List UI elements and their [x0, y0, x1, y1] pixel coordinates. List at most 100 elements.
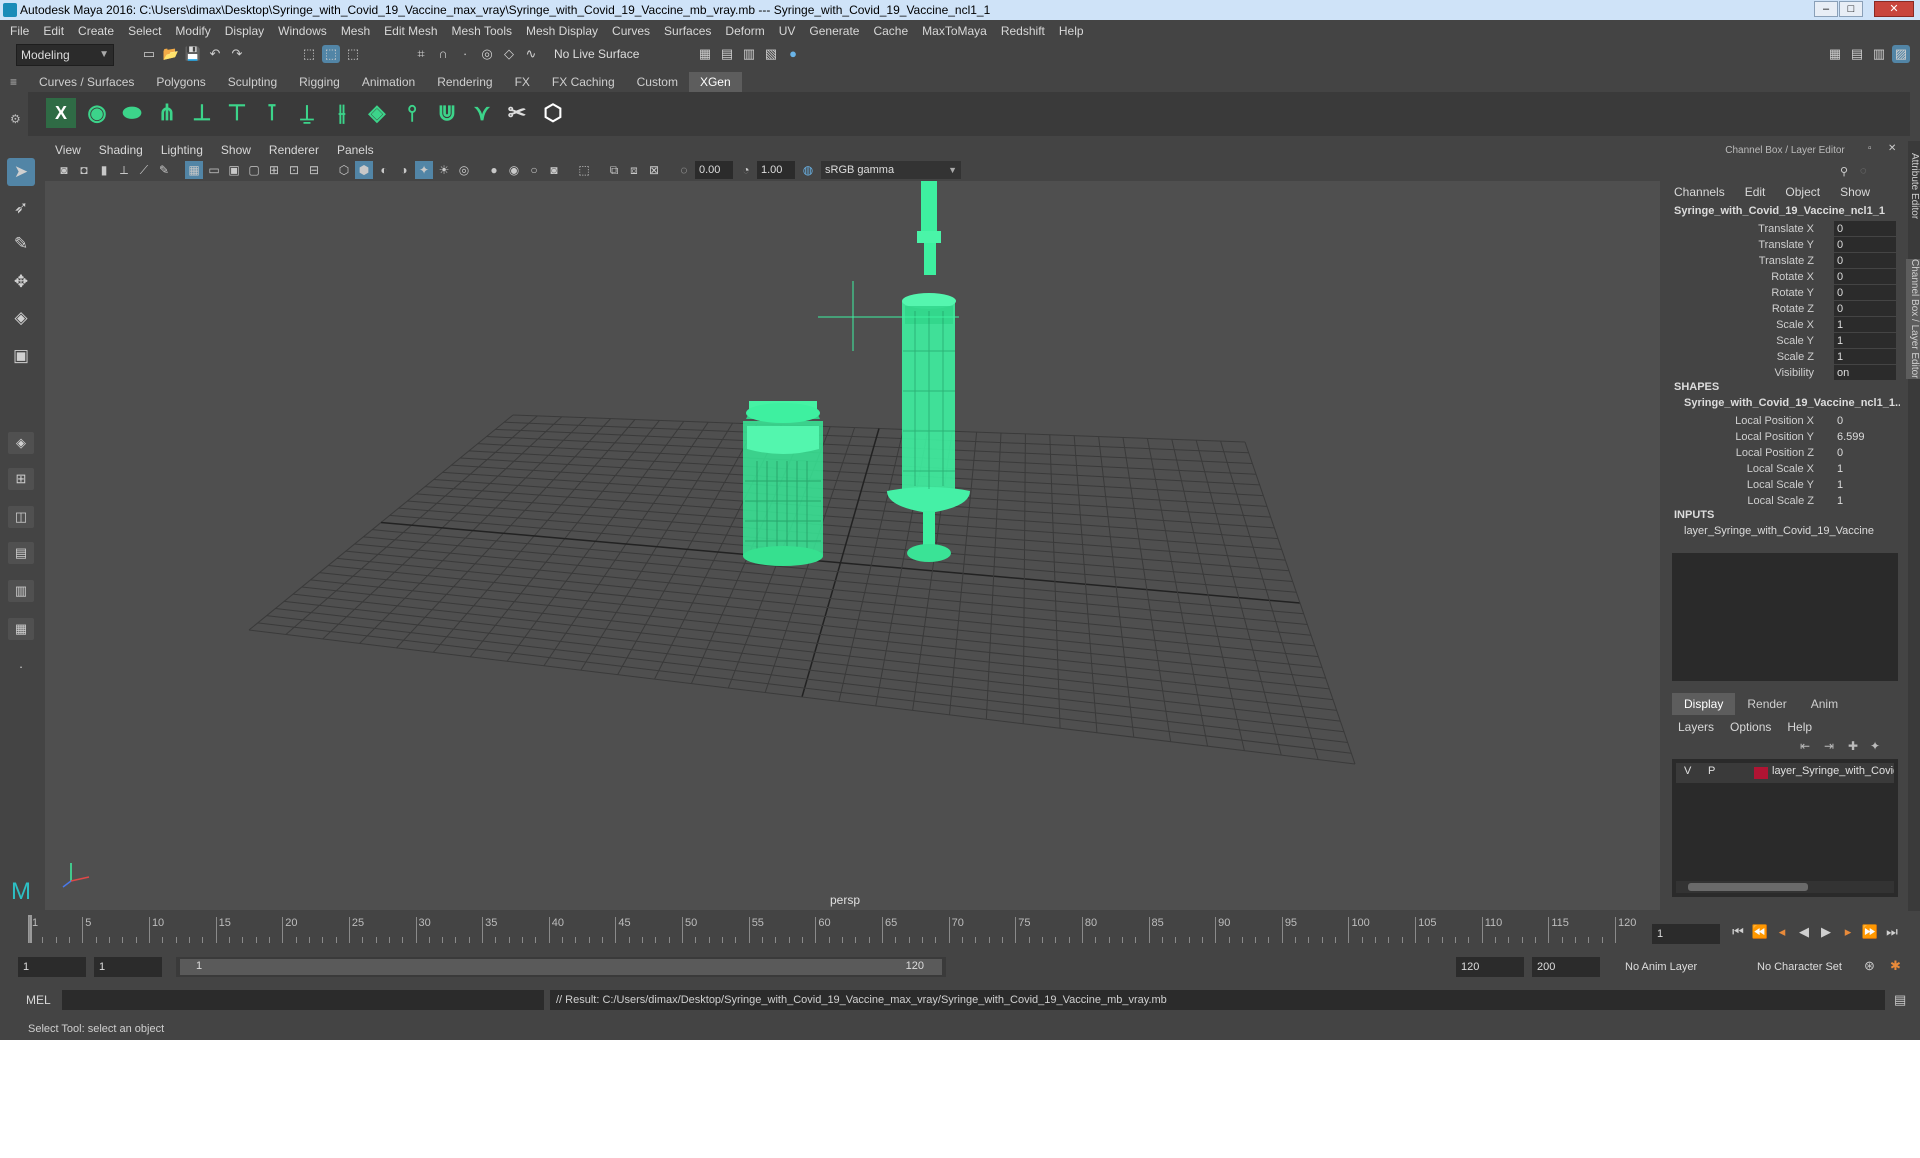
attr-local-position-y[interactable]: Local Position Y 6.599	[1664, 429, 1904, 445]
xgen-sculpt-icon[interactable]: ⫲	[327, 98, 357, 128]
ambient-occlusion-icon[interactable]: ●	[485, 161, 503, 179]
viewport-menu-lighting[interactable]: Lighting	[161, 143, 203, 157]
animation-start-field[interactable]: 1	[18, 957, 86, 977]
snap-grid-icon[interactable]: ⌗	[412, 45, 430, 63]
field-chart-icon[interactable]: ⊞	[265, 161, 283, 179]
tab-render[interactable]: Render	[1735, 693, 1799, 715]
wireframe-on-shaded-icon[interactable]: ◐	[375, 161, 393, 179]
xgen-lock-icon[interactable]: ⍊	[292, 98, 322, 128]
attr-rotate-y[interactable]: Rotate Y 0	[1664, 285, 1904, 301]
attr-value[interactable]: 0	[1834, 445, 1896, 460]
attr-rotate-x[interactable]: Rotate X 0	[1664, 269, 1904, 285]
attr-local-scale-y[interactable]: Local Scale Y 1	[1664, 477, 1904, 493]
snap-edge-icon[interactable]: ∿	[522, 45, 540, 63]
tool-settings-icon[interactable]: ▥	[1870, 45, 1888, 63]
viewport-menu-show[interactable]: Show	[221, 143, 251, 157]
menu-display[interactable]: Display	[225, 24, 264, 38]
tab-fx-caching[interactable]: FX Caching	[540, 72, 626, 92]
move-layer-up-icon[interactable]: ⇤	[1800, 739, 1810, 753]
attr-value[interactable]: 0	[1834, 221, 1896, 236]
playback-start-field[interactable]: 1	[94, 957, 162, 977]
menu-modify[interactable]: Modify	[175, 24, 210, 38]
attr-value[interactable]: 1	[1834, 461, 1896, 476]
attr-value[interactable]: 0	[1834, 237, 1896, 252]
animation-prefs-icon[interactable]: ✱	[1890, 958, 1901, 974]
layer-row[interactable]: V P layer_Syringe_with_Covid	[1676, 763, 1894, 783]
isolate-select-icon[interactable]: ⬚	[575, 161, 593, 179]
menu-curves[interactable]: Curves	[612, 24, 650, 38]
attr-scale-x[interactable]: Scale X 1	[1664, 317, 1904, 333]
menu-windows[interactable]: Windows	[278, 24, 327, 38]
tab-curves-surfaces[interactable]: Curves / Surfaces	[28, 72, 146, 92]
channel-keyed-icon[interactable]: ⚲	[1840, 165, 1848, 178]
range-slider[interactable]: 1 120	[176, 957, 946, 977]
close-button[interactable]: ✕	[1874, 1, 1914, 17]
tab-custom[interactable]: Custom	[625, 72, 689, 92]
menu-deform[interactable]: Deform	[725, 24, 764, 38]
live-surface-field[interactable]: No Live Surface	[550, 44, 650, 66]
play-forwards-icon[interactable]: ▶	[1816, 922, 1836, 942]
color-management-icon[interactable]: ◍	[799, 161, 817, 179]
xray-icon[interactable]: ◎	[455, 161, 473, 179]
tab-display[interactable]: Display	[1672, 693, 1736, 715]
select-hierarchy-icon[interactable]: ⬚	[300, 45, 318, 63]
xgen-guides-icon[interactable]: ⋔	[152, 98, 182, 128]
float-panel-icon[interactable]: ▫	[1868, 143, 1872, 154]
selected-object-name[interactable]: Syringe_with_Covid_19_Vaccine_ncl1_1	[1674, 205, 1885, 217]
attr-value[interactable]: 0	[1834, 285, 1896, 300]
cb-menu-edit[interactable]: Edit	[1745, 185, 1766, 199]
gate-mask-icon[interactable]: ▢	[245, 161, 263, 179]
animation-end-field[interactable]: 200	[1532, 957, 1600, 977]
menu-mesh-tools[interactable]: Mesh Tools	[452, 24, 512, 38]
menu-help[interactable]: Help	[1059, 24, 1084, 38]
viewport-menu-renderer[interactable]: Renderer	[269, 143, 319, 157]
lasso-tool-icon[interactable]: ➶	[7, 194, 35, 222]
menu-mesh[interactable]: Mesh	[341, 24, 370, 38]
xray-components-icon[interactable]: ⧈	[625, 161, 643, 179]
snap-curve-icon[interactable]: ∩	[434, 45, 452, 63]
menu-create[interactable]: Create	[78, 24, 114, 38]
select-tool-icon[interactable]: ➤	[7, 158, 35, 186]
xray-joints-icon[interactable]: ⧉	[605, 161, 623, 179]
paint-select-icon[interactable]: ✎	[7, 230, 35, 258]
shape-name[interactable]: Syringe_with_Covid_19_Vaccine_ncl1_1...	[1684, 397, 1900, 409]
two-d-pan-icon[interactable]: ⟋	[135, 161, 153, 179]
move-tool-icon[interactable]: ✥	[7, 268, 35, 296]
go-to-end-icon[interactable]: ⏭	[1882, 922, 1902, 942]
tab-animation[interactable]: Animation	[350, 72, 427, 92]
bookmark-icon[interactable]: ▮	[95, 161, 113, 179]
xgen-comb-icon[interactable]: ⋎	[467, 98, 497, 128]
hypershade-icon[interactable]: ●	[784, 45, 802, 63]
attr-value[interactable]: 1	[1834, 317, 1896, 332]
attr-rotate-z[interactable]: Rotate Z 0	[1664, 301, 1904, 317]
step-back-key-icon[interactable]: ◂	[1772, 922, 1792, 942]
xgen-create-icon[interactable]: ⬬	[117, 98, 147, 128]
film-gate-icon[interactable]: ▭	[205, 161, 223, 179]
step-forward-frame-icon[interactable]: ⏩	[1860, 922, 1880, 942]
scrollbar-thumb[interactable]	[1688, 883, 1808, 891]
xgen-preview-icon[interactable]: ◉	[82, 98, 112, 128]
snap-view-icon[interactable]: ◎	[478, 45, 496, 63]
channel-box-side-tab[interactable]: Channel Box / Layer Editor	[1906, 259, 1920, 379]
tab-rendering[interactable]: Rendering	[426, 72, 504, 92]
xgen-select-guide-icon[interactable]: ⊤	[222, 98, 252, 128]
exposure-icon[interactable]: ◌	[675, 161, 693, 179]
layout-graph-icon[interactable]: ▥	[8, 580, 34, 602]
camera-attr-icon[interactable]: ◘	[75, 161, 93, 179]
gamma-field[interactable]: 1.00	[757, 161, 795, 179]
menu-surfaces[interactable]: Surfaces	[664, 24, 711, 38]
layout-hypershade-icon[interactable]: ▦	[8, 618, 34, 640]
channel-settings-icon[interactable]: ◌	[1860, 165, 1867, 177]
xgen-layers-icon[interactable]: ◈	[362, 98, 392, 128]
attr-value[interactable]: 1	[1834, 493, 1896, 508]
xgen-groom-icon[interactable]: ⋓	[432, 98, 462, 128]
xgen-editor-icon[interactable]: X	[46, 98, 76, 128]
hud-icon[interactable]: ⊠	[645, 161, 663, 179]
attr-value[interactable]: 1	[1834, 477, 1896, 492]
safe-action-icon[interactable]: ⊡	[285, 161, 303, 179]
grid-icon[interactable]: ▦	[185, 161, 203, 179]
minimize-button[interactable]: –	[1814, 1, 1838, 17]
gamma-icon[interactable]: ◔	[737, 161, 755, 179]
layer-list-scrollbar[interactable]	[1676, 881, 1894, 893]
menu-uv[interactable]: UV	[779, 24, 796, 38]
